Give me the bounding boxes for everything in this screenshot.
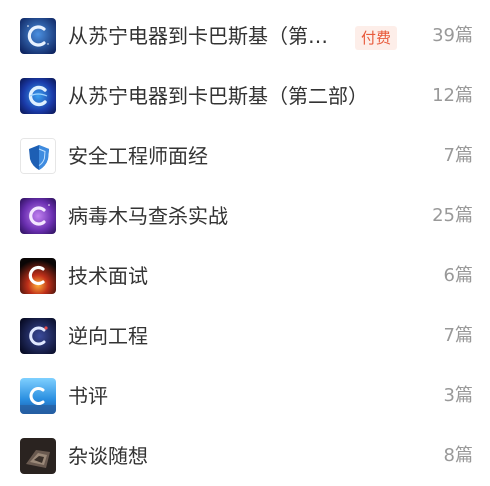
column-item[interactable]: 技术面试 6篇 (0, 246, 490, 306)
article-count: 12篇 (432, 85, 473, 106)
sky-c-icon[interactable] (20, 378, 56, 414)
galaxy-c-logo-icon[interactable] (20, 18, 56, 54)
paid-badge: 付费 (355, 26, 398, 50)
column-item[interactable]: 安全工程师面经 7篇 (0, 126, 490, 186)
fire-c-icon[interactable] (20, 258, 56, 294)
column-item[interactable]: 逆向工程 7篇 (0, 306, 490, 366)
column-title[interactable]: 杂谈随想 (68, 426, 148, 486)
article-count: 7篇 (443, 145, 473, 166)
column-title[interactable]: 逆向工程 (68, 306, 148, 366)
article-count: 3篇 (443, 385, 473, 406)
article-count: 39篇 (432, 25, 473, 46)
article-count: 7篇 (443, 325, 473, 346)
column-title[interactable]: 病毒木马查杀实战 (68, 186, 228, 246)
column-item[interactable]: 病毒木马查杀实战 25篇 (0, 186, 490, 246)
article-count: 8篇 (443, 445, 473, 466)
column-title[interactable]: 从苏宁电器到卡巴斯基（第… (68, 6, 328, 66)
article-count: 25篇 (432, 205, 473, 226)
column-title[interactable]: 安全工程师面经 (68, 126, 208, 186)
column-item[interactable]: 书评 3篇 (0, 366, 490, 426)
column-list: 从苏宁电器到卡巴斯基（第… 付费 39篇 从苏宁电器到卡巴斯基（第二部） 12篇 (0, 0, 490, 483)
column-item[interactable]: 杂谈随想 8篇 (0, 426, 490, 486)
shield-icon[interactable] (20, 138, 56, 174)
purple-galaxy-c-icon[interactable] (20, 198, 56, 234)
night-c-icon[interactable] (20, 318, 56, 354)
article-count: 6篇 (443, 265, 473, 286)
column-title[interactable]: 从苏宁电器到卡巴斯基（第二部） (68, 66, 368, 126)
column-title[interactable]: 书评 (68, 366, 108, 426)
column-item[interactable]: 从苏宁电器到卡巴斯基（第… 付费 39篇 (0, 6, 490, 66)
dark-photo-icon[interactable] (20, 438, 56, 474)
column-title[interactable]: 技术面试 (68, 246, 148, 306)
column-item[interactable]: 从苏宁电器到卡巴斯基（第二部） 12篇 (0, 66, 490, 126)
galaxy-c-logo-icon[interactable] (20, 78, 56, 114)
